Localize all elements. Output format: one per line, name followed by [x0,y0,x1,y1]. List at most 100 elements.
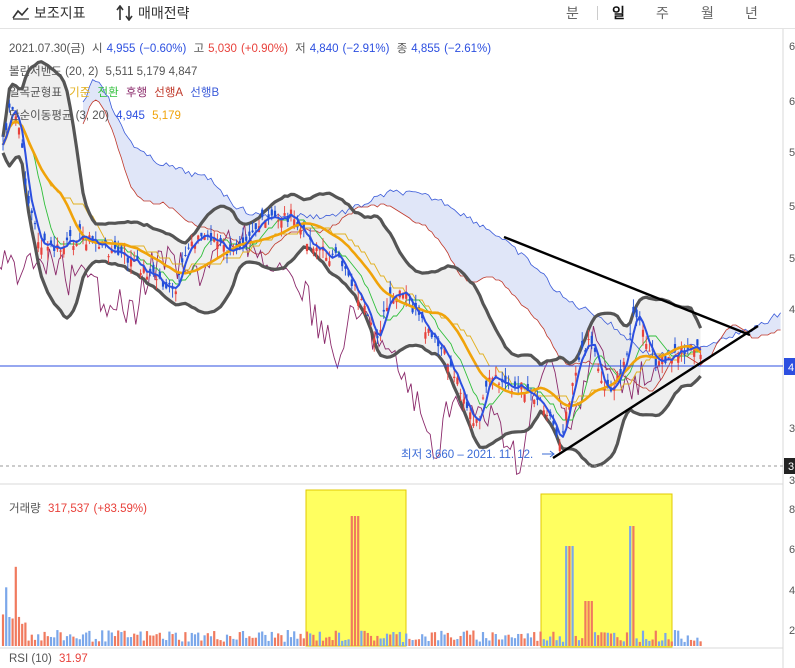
volume-bar [539,631,542,646]
period-month[interactable]: 월 [701,3,714,23]
candle-body [693,349,696,357]
volume-bar [286,630,289,646]
volume-bar [65,636,69,646]
volume-bar [353,516,357,646]
candle-body [283,213,286,216]
candle-body [33,223,37,225]
volume-bar [145,631,149,646]
price-axis-tick: 3 [789,475,795,487]
volume-bar [331,640,334,646]
volume-highlight-box-2[interactable] [540,493,673,648]
candle-body [440,347,443,350]
period-week[interactable]: 주 [656,3,669,23]
volume-bar [14,566,17,646]
volume-bar [94,638,97,646]
candle-body [523,394,526,402]
volume-bar [536,640,539,646]
volume-bar [453,639,456,646]
candle-body [289,209,293,214]
candle-body [545,415,549,417]
volume-bar [401,641,405,646]
volume-bar [357,516,360,646]
candle-body [75,244,78,246]
candle-body [561,431,565,433]
volume-bar [571,546,574,646]
volume-bar [542,639,545,646]
legend-open-value: 4,955 [106,43,136,55]
volume-bar [657,641,661,646]
candle-body [251,230,254,233]
volume-bar [561,641,565,646]
volume-bar [421,634,424,646]
volume-bar [686,635,689,646]
volume-bar [337,632,341,646]
volume-bar [299,633,302,646]
volume-bar [526,633,529,646]
period-year[interactable]: 년 [745,3,758,23]
period-day[interactable]: 일 [612,3,625,23]
volume-bar [97,641,101,646]
volume-bar [318,631,321,646]
volume-bar [501,639,504,646]
legend-close-value: 4,855 [411,43,441,55]
volume-bar [161,638,165,646]
price-axis-tick: 5 [789,201,795,213]
volume-bar [504,635,507,646]
legend-date: 2021.07.30(금) [9,43,85,55]
volume-bar [27,640,30,646]
candle-body [190,241,193,247]
volume-bar [625,632,629,646]
volume-bar [241,630,245,646]
candle-body [40,247,43,255]
candle-body [126,257,129,263]
volume-bar [49,636,53,646]
candle-body [181,258,184,263]
volume-bar [350,516,353,646]
volume-bar [446,632,449,646]
volume-bar [347,639,350,646]
candle-body [280,220,283,228]
volume-bar [181,641,184,646]
candle-body [155,279,158,281]
volume-bar [616,637,619,646]
candle-body [581,340,584,348]
candle-body [382,309,385,312]
volume-bar [497,639,501,646]
volume-bar [363,630,366,646]
period-minute[interactable]: 분 [566,3,579,23]
legend-close-label: 종 [396,43,408,55]
volume-bar [440,630,443,646]
volume-bar [33,639,37,646]
volume-bar [606,632,609,646]
volume-bar [59,632,62,646]
candle-body [69,230,72,237]
volume-bar [264,634,267,646]
volume-bar [366,632,369,646]
candle-body [542,410,545,415]
volume-bar [197,632,200,646]
volume-bar [107,630,110,646]
indicator-button[interactable]: 보조지표 [12,4,86,22]
volume-bar [433,632,437,646]
volume-bar [693,640,696,646]
volume-bar [465,630,469,646]
volume-bar [315,640,318,646]
volume-bar [129,637,133,646]
volume-bar [245,637,248,646]
volume-bar [267,640,270,646]
volume-bar [520,633,523,646]
candle-body [446,364,449,372]
volume-bar [648,640,651,646]
candle-body [270,209,273,216]
price-legend: 2021.07.30(금) 시 4,955 (−0.60%) 고 5,030 (+0.9… [9,40,495,56]
candle-body [373,338,376,344]
period-divider [597,6,598,20]
candle-body [513,381,517,387]
candle-body [312,248,315,253]
candle-body [334,247,337,253]
strategy-button[interactable]: 매매전략 [116,4,190,22]
candle-body [462,399,465,404]
candle-body [245,236,248,241]
volume-bar [667,639,670,646]
price-chart[interactable]: 최저 3,660 – 2021. 11. 12. 6 6 5 5 5 4 3 3… [0,29,795,668]
